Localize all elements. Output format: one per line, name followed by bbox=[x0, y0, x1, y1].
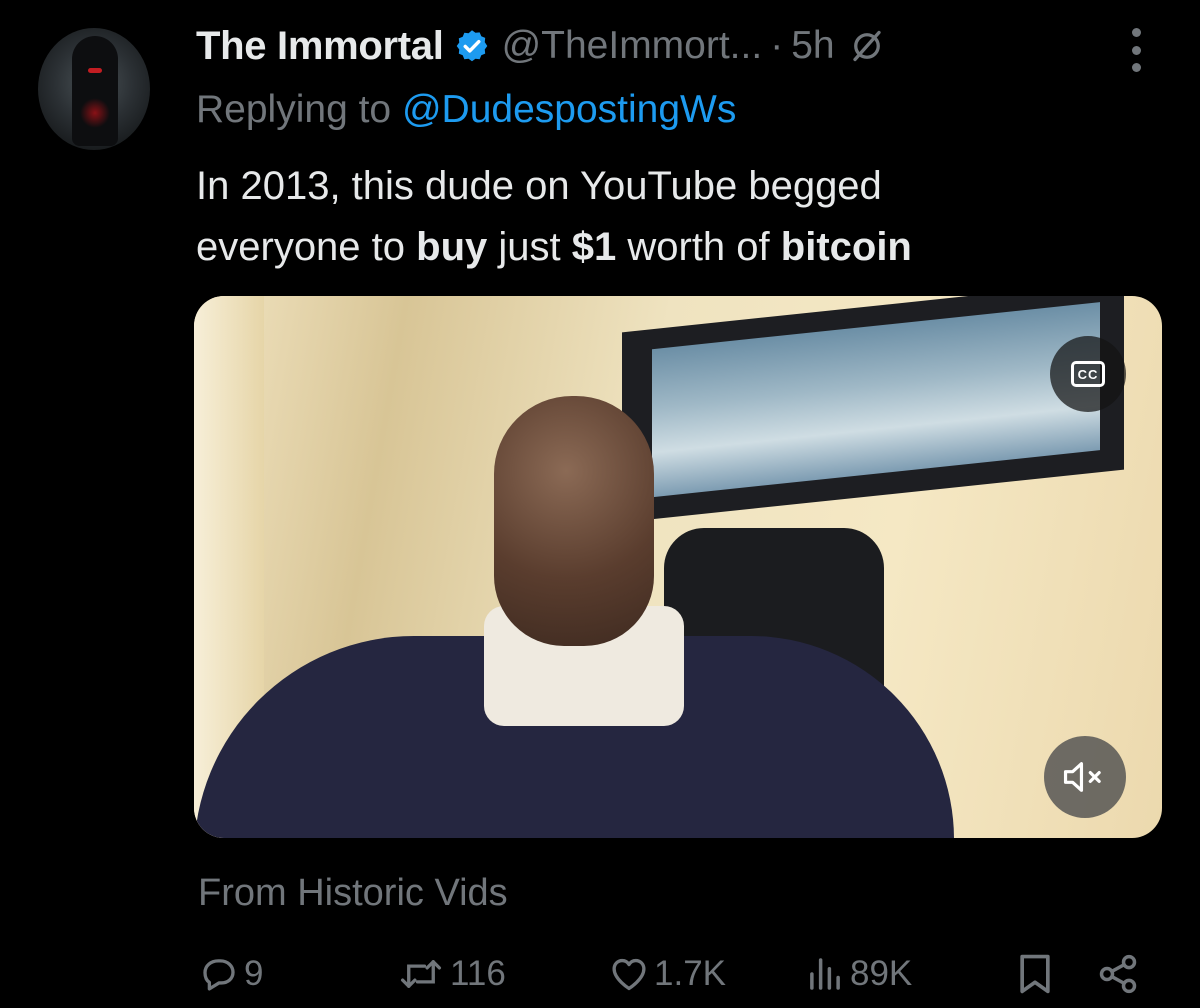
bookmark-button[interactable] bbox=[1016, 950, 1054, 998]
bookmark-icon bbox=[1020, 954, 1050, 994]
repost-button[interactable]: 116 bbox=[396, 950, 506, 998]
avatar-glow bbox=[80, 98, 110, 128]
tweet-text-segment: worth of bbox=[616, 225, 781, 269]
reply-count: 9 bbox=[244, 954, 264, 993]
more-icon[interactable] bbox=[1124, 28, 1148, 72]
video-scene-painting bbox=[622, 296, 1124, 523]
tweet-header: The Immortal @TheImmort... · 5h bbox=[196, 20, 885, 72]
author-handle[interactable]: @TheImmort... bbox=[502, 24, 763, 68]
repost-icon bbox=[400, 960, 442, 988]
share-button[interactable] bbox=[1096, 950, 1140, 998]
reply-mention-link[interactable]: @DudespostingWs bbox=[402, 88, 736, 131]
repost-count: 116 bbox=[450, 954, 506, 993]
replying-to-label: Replying to bbox=[196, 88, 392, 131]
mute-icon bbox=[1063, 762, 1101, 792]
avatar-eye bbox=[88, 68, 102, 73]
mute-button[interactable] bbox=[1044, 736, 1126, 818]
tweet-text: In 2013, this dude on YouTube begged eve… bbox=[196, 156, 1156, 278]
views-count: 89K bbox=[850, 954, 913, 993]
more-dot bbox=[1131, 28, 1141, 37]
more-dot bbox=[1131, 63, 1141, 72]
tweet-text-bold: $1 bbox=[571, 225, 617, 269]
tweet-text-bold: buy bbox=[416, 225, 488, 269]
tweet-text-segment: everyone to bbox=[196, 225, 417, 269]
timestamp[interactable]: 5h bbox=[791, 24, 834, 68]
verified-badge-icon[interactable] bbox=[454, 28, 490, 64]
video-source-label[interactable]: From Historic Vids bbox=[198, 872, 508, 915]
separator-dot: · bbox=[770, 24, 784, 67]
replying-to: Replying to @DudespostingWs bbox=[196, 88, 736, 132]
video-player[interactable]: CC bbox=[194, 296, 1162, 838]
like-count: 1.7K bbox=[654, 954, 726, 993]
tweet-line-2: everyone to buy just $1 worth of bitcoin bbox=[196, 217, 1156, 278]
avatar-figure bbox=[72, 36, 118, 146]
tweet-actions: 9 116 1.7K 89K bbox=[196, 950, 1156, 998]
reply-icon bbox=[203, 959, 235, 991]
more-dot bbox=[1131, 45, 1141, 55]
tweet-text-segment: just bbox=[487, 225, 572, 269]
tweet-line-1: In 2013, this dude on YouTube begged bbox=[196, 164, 882, 208]
like-button[interactable]: 1.7K bbox=[608, 950, 726, 998]
author-name[interactable]: The Immortal bbox=[196, 24, 444, 69]
video-scene-person-head bbox=[494, 396, 654, 646]
views-button[interactable]: 89K bbox=[804, 950, 912, 998]
like-icon bbox=[612, 958, 646, 991]
avatar[interactable] bbox=[38, 28, 150, 150]
no-lock-icon bbox=[849, 28, 885, 64]
captions-button[interactable]: CC bbox=[1050, 336, 1126, 412]
cc-icon: CC bbox=[1071, 361, 1105, 387]
share-icon bbox=[1099, 954, 1137, 994]
views-icon bbox=[810, 958, 840, 990]
tweet-text-bold: bitcoin bbox=[780, 225, 912, 269]
reply-button[interactable]: 9 bbox=[198, 950, 263, 998]
